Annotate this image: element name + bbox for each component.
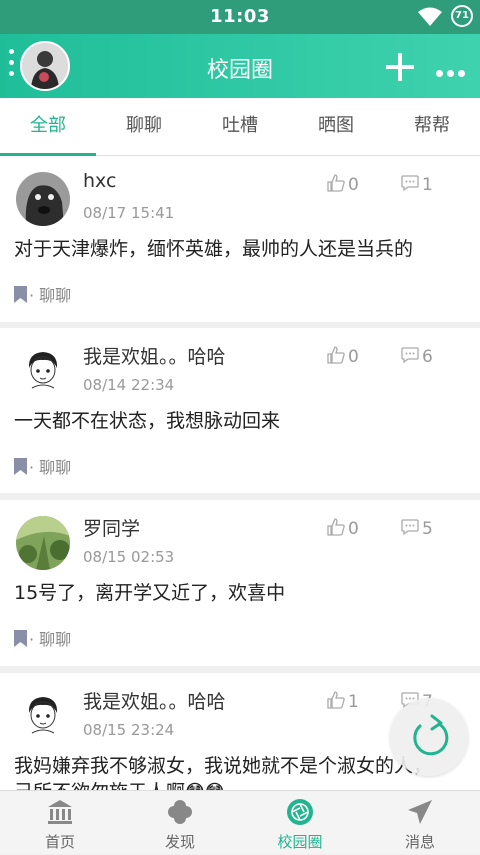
post-time: 08/15 02:53 [83,548,175,566]
post-author[interactable]: hxc [83,170,116,192]
thumbs-up-icon [327,346,345,364]
post-tag-label: · 聊聊 [29,630,72,649]
battery-icon: 71 [451,5,473,27]
post-avatar[interactable] [16,689,70,743]
post-avatar[interactable] [16,516,70,570]
post-card[interactable]: 我是欢姐。。哈哈 08/14 22:34 0 6 一天都不在状态，我想脉动回来 … [0,328,480,493]
post-content: 我妈嫌弃我不够淑女，我说她就不是个淑女的人， [14,755,433,777]
tab-label: 晒图 [318,115,354,136]
clover-icon [168,800,192,824]
thumbs-up-icon [327,518,345,536]
post-author[interactable]: 罗同学 [83,514,140,541]
comment-button[interactable]: 1 [400,173,433,195]
tab-label: 全部 [30,115,66,136]
tab-label: 聊聊 [126,115,162,136]
like-count: 0 [348,175,359,195]
post-time: 08/15 23:24 [83,721,175,739]
post-tag[interactable]: · 聊聊 [14,626,71,650]
tab-chat[interactable]: 聊聊 [96,98,192,155]
like-button[interactable]: 0 [326,517,359,539]
bottom-navigation: 首页 发现 校园圈 消息 [0,790,480,854]
post-tag[interactable]: · 聊聊 [14,454,71,478]
refresh-button[interactable] [390,698,468,776]
tab-help[interactable]: 帮帮 [384,98,480,155]
status-bar: 11:03 71 [0,0,480,34]
tab-label: 吐槽 [222,115,258,136]
tab-all[interactable]: 全部 [0,98,96,156]
bookmark-icon [14,458,27,475]
like-button[interactable]: 0 [326,345,359,367]
post-tag-label: · 聊聊 [29,458,72,477]
post-author[interactable]: 我是欢姐。。哈哈 [83,687,226,714]
tab-photos[interactable]: 晒图 [288,98,384,155]
comment-count: 6 [422,347,433,367]
post-card[interactable]: hxc 08/17 15:41 0 1 对于天津爆炸，缅怀英雄，最帅的人还是当兵… [0,156,480,322]
comment-count: 1 [422,175,433,195]
nav-discover[interactable]: 发现 [120,791,240,855]
post-time: 08/17 15:41 [83,204,175,222]
bookmark-icon [14,286,27,303]
post-content: 对于天津爆炸，缅怀英雄，最帅的人还是当兵的 [14,238,414,260]
status-time: 11:03 [210,6,270,27]
post-content: 一天都不在状态，我想脉动回来 [14,410,281,432]
thumbs-up-icon [327,691,345,709]
nav-home[interactable]: 首页 [0,791,120,855]
post-avatar[interactable] [16,172,70,226]
post-author[interactable]: 我是欢姐。。哈哈 [83,342,226,369]
wifi-icon [418,7,442,26]
post-content: 15号了，离开学又近了，欢喜中 [14,582,286,604]
nav-messages[interactable]: 消息 [360,791,480,855]
paper-plane-icon [408,800,432,824]
like-button[interactable]: 0 [326,173,359,195]
app-bar: 校园圈 [0,34,480,98]
post-feed[interactable]: hxc 08/17 15:41 0 1 对于天津爆炸，缅怀英雄，最帅的人还是当兵… [0,156,480,790]
like-count: 0 [348,519,359,539]
tab-label: 帮帮 [414,115,450,136]
home-icon [48,800,72,824]
more-options-icon[interactable] [436,62,470,77]
comment-icon [401,175,419,192]
nav-label: 校园圈 [277,833,323,851]
like-button[interactable]: 1 [326,690,359,712]
add-post-icon[interactable] [386,53,414,81]
post-avatar[interactable] [16,344,70,398]
comment-button[interactable]: 5 [400,517,433,539]
bookmark-icon [14,630,27,647]
comment-count: 5 [422,519,433,539]
comment-button[interactable]: 6 [400,345,433,367]
post-tag-label: · 聊聊 [29,286,72,305]
comment-icon [401,347,419,364]
like-count: 1 [348,692,359,712]
post-card[interactable]: 罗同学 08/15 02:53 0 5 15号了，离开学又近了，欢喜中 · 聊聊 [0,500,480,666]
nav-label: 首页 [44,833,75,851]
thumbs-up-icon [327,174,345,192]
category-tabs: 全部 聊聊 吐槽 晒图 帮帮 [0,98,480,156]
refresh-icon [413,714,449,756]
post-tag[interactable]: · 聊聊 [14,282,71,306]
nav-campus-circle[interactable]: 校园圈 [240,791,360,855]
like-count: 0 [348,347,359,367]
comment-icon [401,519,419,536]
aperture-icon [287,799,313,825]
nav-label: 消息 [404,833,435,851]
post-content-line2: 己所不欲勿施于人啊😳😳 [14,777,225,790]
tab-complain[interactable]: 吐槽 [192,98,288,155]
post-time: 08/14 22:34 [83,376,175,394]
nav-label: 发现 [164,833,195,851]
